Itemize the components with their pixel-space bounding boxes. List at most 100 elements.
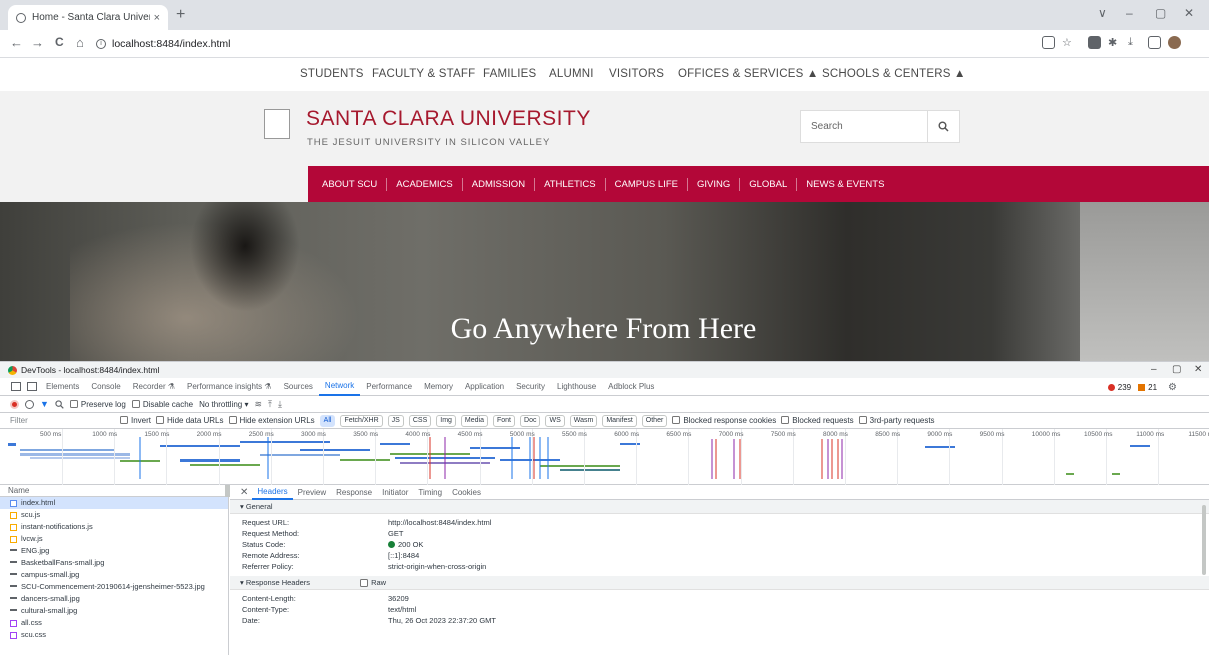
name-column-header[interactable]: Name [0,485,228,497]
request-row[interactable]: BasketballFans-small.jpg [0,557,228,569]
reload-button[interactable]: C [55,35,64,49]
nav-alumni[interactable]: ALUMNI [549,68,594,80]
home-button[interactable]: ⌂ [76,35,84,50]
hide-extension-urls-checkbox[interactable] [228,416,237,424]
minimize-button[interactable]: – [1126,6,1133,20]
network-overview-timeline[interactable]: 500 ms 1000 ms 1500 ms 2000 ms 2500 ms 3000 m… [0,429,1209,485]
bookmark-star-icon[interactable]: ☆ [1062,36,1075,49]
site-info-icon[interactable]: i [96,39,106,49]
invert-option[interactable]: Invert [120,416,151,425]
request-row[interactable]: campus-small.jpg [0,569,228,581]
request-row[interactable]: scu.js [0,509,228,521]
clear-button[interactable] [25,399,34,409]
nav-admission[interactable]: ADMISSION [461,177,534,191]
tab-search-icon[interactable]: ∨ [1098,6,1107,20]
university-logo[interactable] [264,109,290,139]
request-row[interactable]: lvcw.js [0,533,228,545]
tab-performance-insights[interactable]: Performance insights ⚗ [181,378,278,396]
search-button[interactable] [927,110,959,143]
header-value[interactable]: GET [388,528,403,539]
tab-preview[interactable]: Preview [293,485,331,500]
university-name[interactable]: SANTA CLARA UNIVERSITY [306,107,591,131]
device-toolbar-icon[interactable] [27,382,37,391]
type-filter-doc[interactable]: Doc [520,414,541,427]
disable-cache-checkbox[interactable] [131,399,140,408]
search-input[interactable]: Search [801,121,927,132]
raw-toggle[interactable]: Raw [360,576,386,590]
type-filter-css[interactable]: CSS [408,414,432,427]
tab-response[interactable]: Response [331,485,377,500]
side-panel-icon[interactable] [1148,36,1161,49]
browser-tab[interactable]: Home - Santa Clara University × [8,5,168,30]
header-value[interactable]: http://localhost:8484/index.html [388,517,491,528]
tab-initiator[interactable]: Initiator [377,485,413,500]
extension-icon[interactable] [1088,36,1101,49]
tab-adblock-plus[interactable]: Adblock Plus [602,378,660,396]
third-party-option[interactable]: 3rd-party requests [858,416,935,425]
request-row[interactable]: cultural-small.jpg [0,605,228,617]
nav-offices-services[interactable]: OFFICES & SERVICES ▲ [678,68,818,80]
tab-memory[interactable]: Memory [418,378,459,396]
hide-data-urls-checkbox[interactable] [156,416,165,424]
tab-cookies[interactable]: Cookies [447,485,486,500]
type-filter-img[interactable]: Img [436,414,456,427]
search-network-icon[interactable] [55,399,64,409]
devtools-minimize-button[interactable]: – [1151,364,1157,375]
tab-lighthouse[interactable]: Lighthouse [551,378,602,396]
new-tab-button[interactable]: + [176,6,185,24]
raw-checkbox[interactable] [360,578,369,587]
type-filter-fetch-xhr[interactable]: Fetch/XHR [340,414,383,427]
header-value[interactable]: text/html [388,604,416,615]
nav-families[interactable]: FAMILIES [483,68,536,80]
tab-headers[interactable]: Headers [252,485,293,500]
download-icon[interactable]: ⤓ [1128,36,1141,49]
nav-news-events[interactable]: NEWS & EVENTS [796,177,893,191]
header-value[interactable]: 200 OK [388,539,423,550]
filter-input[interactable]: Filter [10,415,115,427]
tab-elements[interactable]: Elements [40,378,85,396]
invert-checkbox[interactable] [120,416,128,424]
nav-students[interactable]: STUDENTS [300,68,364,80]
throttling-select[interactable]: No throttling ▾ [199,400,248,409]
blocked-cookies-option[interactable]: Blocked response cookies [672,416,776,425]
tab-timing[interactable]: Timing [413,485,447,500]
type-filter-js[interactable]: JS [387,414,404,427]
nav-giving[interactable]: GIVING [686,177,739,191]
third-party-checkbox[interactable] [858,416,867,424]
tab-console[interactable]: Console [85,378,126,396]
type-filter-font[interactable]: Font [493,414,516,427]
hide-extension-urls-option[interactable]: Hide extension URLs [228,416,315,425]
header-value[interactable]: strict-origin-when-cross-origin [388,561,486,572]
general-section-header[interactable]: ▾ General [230,500,1209,514]
request-row[interactable]: instant-notifications.js [0,521,228,533]
back-button[interactable]: ← [10,35,23,50]
tab-security[interactable]: Security [510,378,551,396]
type-filter-all[interactable]: All [319,414,336,427]
nav-schools-centers[interactable]: SCHOOLS & CENTERS ▲ [822,68,966,80]
type-filter-wasm[interactable]: Wasm [569,414,598,427]
hide-data-urls-option[interactable]: Hide data URLs [156,416,224,425]
inspect-element-icon[interactable] [11,382,21,391]
nav-visitors[interactable]: VISITORS [609,68,664,80]
type-filter-media[interactable]: Media [460,414,488,427]
record-button[interactable] [10,399,19,409]
header-value[interactable]: 36209 [388,593,409,604]
header-value[interactable]: [::1]:8484 [388,550,419,561]
network-conditions-icon[interactable]: ≋ [254,399,262,410]
tab-performance[interactable]: Performance [360,378,418,396]
forward-button[interactable]: → [31,35,44,50]
blocked-requests-option[interactable]: Blocked requests [781,416,854,425]
request-row[interactable]: ENG.jpg [0,545,228,557]
response-headers-section-header[interactable]: ▾ Response Headers Raw [230,576,1209,590]
request-row[interactable]: index.html [0,497,228,509]
tab-network[interactable]: Network [318,378,361,396]
close-window-button[interactable]: ✕ [1184,6,1194,20]
blocked-cookies-checkbox[interactable] [672,416,681,424]
request-row[interactable]: scu.css [0,629,228,641]
maximize-button[interactable]: ▢ [1155,6,1166,20]
close-detail-icon[interactable]: ✕ [240,487,248,498]
request-row[interactable]: SCU-Commencement-20190614-jgensheimer-55… [0,581,228,593]
nav-faculty-staff[interactable]: FACULTY & STAFF [372,68,475,80]
nav-athletics[interactable]: ATHLETICS [534,177,605,191]
detail-scrollbar[interactable] [1202,505,1206,575]
